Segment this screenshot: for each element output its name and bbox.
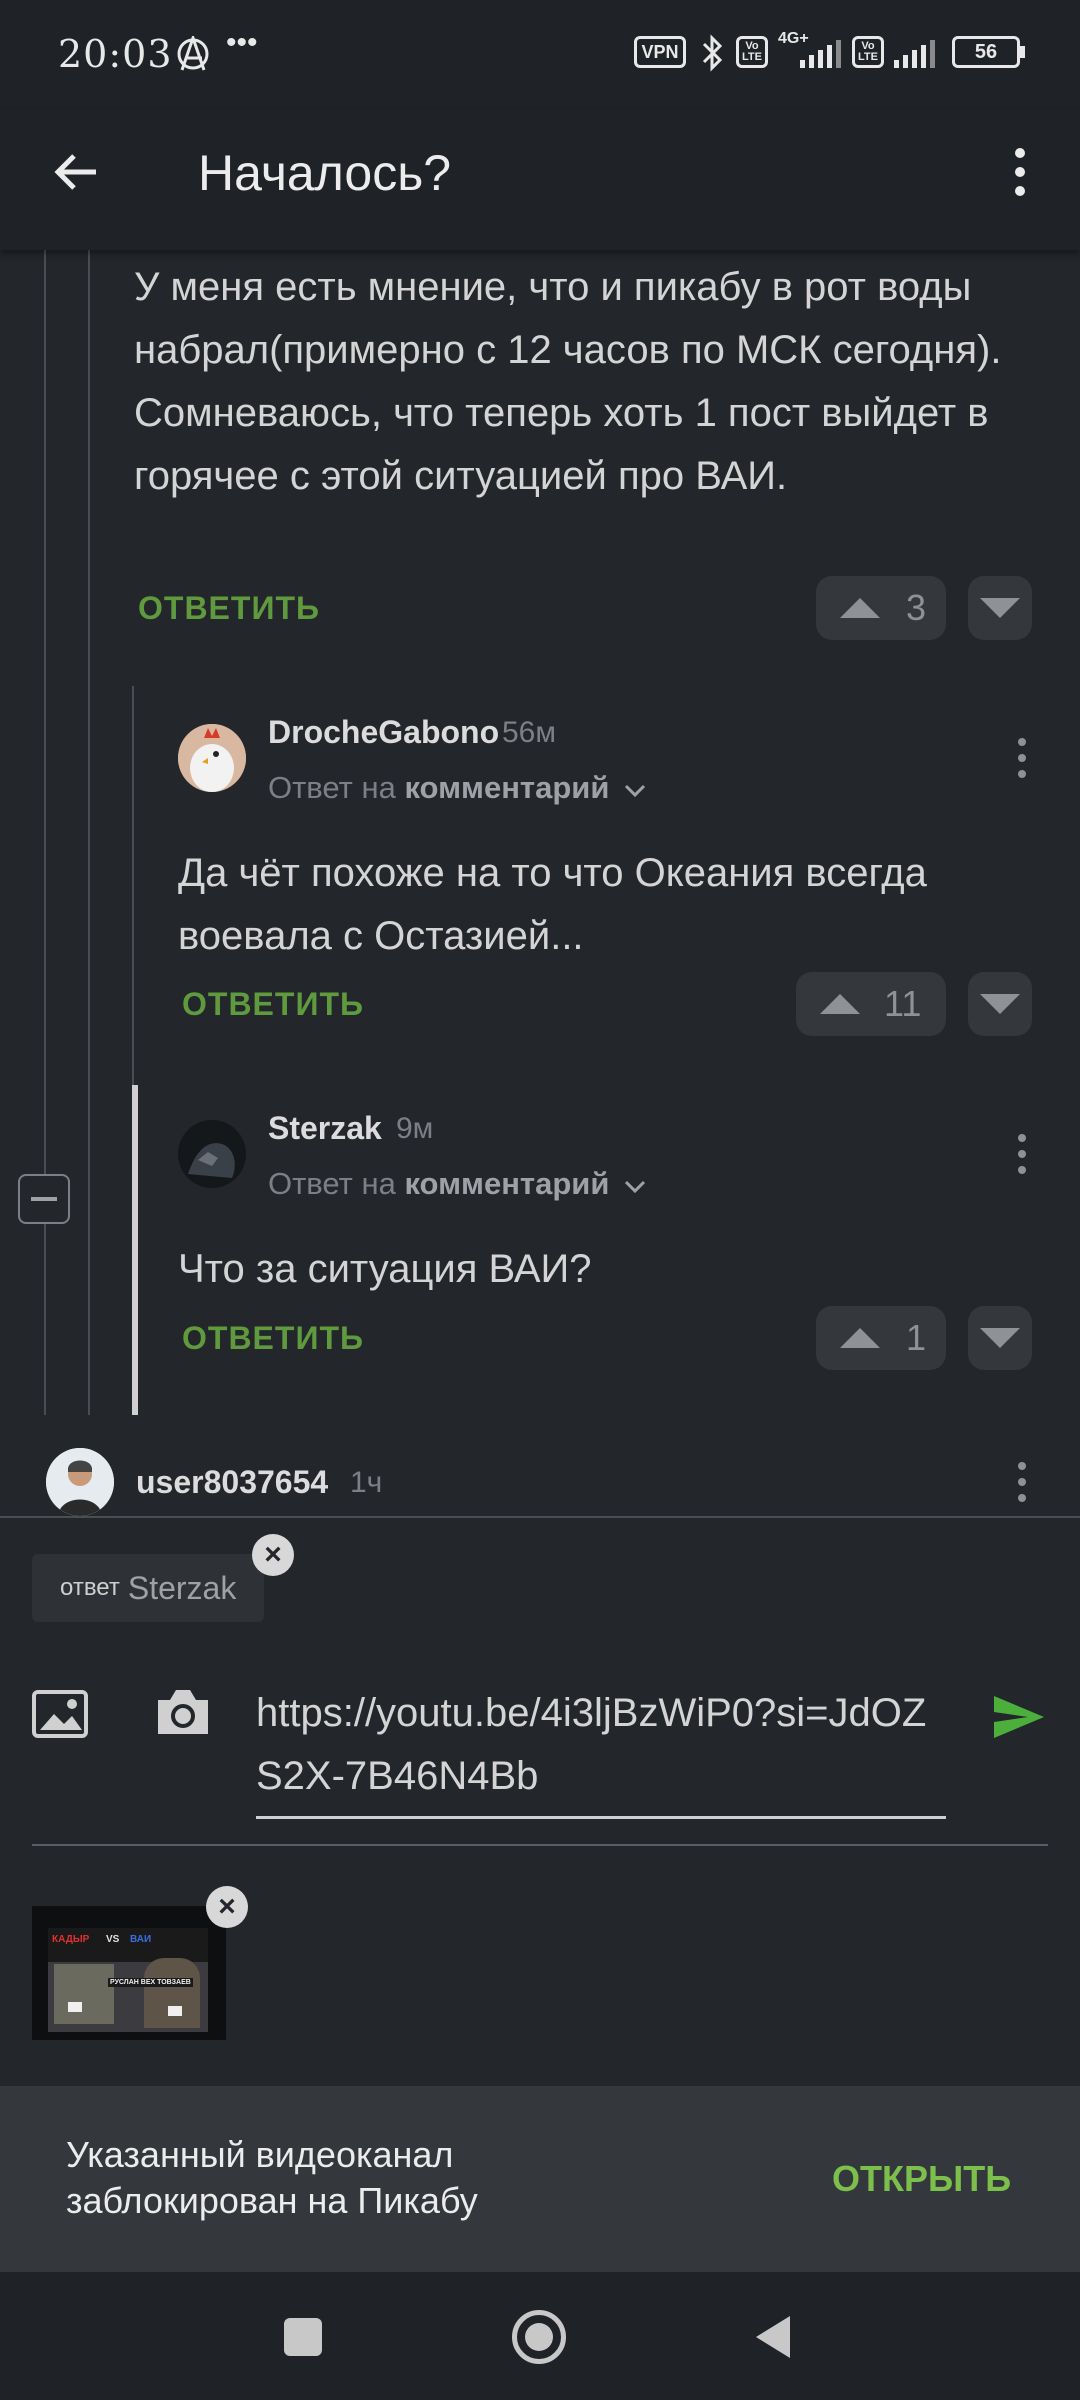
upvote-button[interactable]: 11 <box>796 972 946 1036</box>
user-avatar-icon <box>46 1448 114 1516</box>
rooster-avatar-icon <box>178 724 246 792</box>
upvote-icon <box>820 994 860 1014</box>
comment-text: У меня есть мнение, что и пикабу в рот в… <box>134 265 1002 498</box>
reply-to-line[interactable]: Ответ на комментарий <box>268 1166 646 1202</box>
comment-time: 56м <box>502 716 556 749</box>
downvote-button[interactable] <box>968 1306 1032 1370</box>
snackbar-message: Указанный видеоканал заблокирован на Пик… <box>66 2134 478 2221</box>
battery-icon: 56 <box>952 36 1020 68</box>
minus-icon <box>31 1197 57 1201</box>
vote-count: 3 <box>906 587 927 628</box>
upvote-button[interactable]: 1 <box>816 1306 946 1370</box>
image-attach-icon[interactable] <box>32 1690 88 1738</box>
reply-target-chip: ответ Sterzak <box>32 1554 265 1622</box>
thread-line-2 <box>88 250 90 1415</box>
thumbnail-frame: КАДЫР VS ВАИ РУСЛАН ВЕХ ТОВЗАЕВ <box>48 1928 208 2032</box>
camera-icon[interactable] <box>154 1686 212 1738</box>
upvote-icon <box>840 598 880 618</box>
status-time: 20:03 <box>58 32 173 76</box>
anarchy-icon <box>177 36 209 71</box>
system-nav-bar <box>0 2272 1080 2400</box>
comment-input[interactable]: https://youtu.be/4i3ljBzWiP0?si=JdOZS2X-… <box>256 1682 946 1819</box>
reply-target-user: Sterzak <box>127 1569 237 1606</box>
collapse-thread-button[interactable] <box>18 1174 70 1224</box>
avatar[interactable] <box>46 1448 114 1516</box>
upvote-button[interactable]: 3 <box>816 576 946 640</box>
reply-button[interactable]: ОТВЕТИТЬ <box>182 986 364 1023</box>
video-thumbnail[interactable]: КАДЫР VS ВАИ РУСЛАН ВЕХ ТОВЗАЕВ <box>32 1906 226 2040</box>
reply-button[interactable]: ОТВЕТИТЬ <box>138 590 320 627</box>
vote-count: 1 <box>906 1317 927 1358</box>
vpn-icon: VPN <box>634 36 686 68</box>
status-bar: 20:03 ••• VPN Vo LTE 4G+ Vo LTE 56 <box>0 0 1080 110</box>
username[interactable]: Sterzak <box>268 1110 382 1147</box>
send-icon[interactable] <box>992 1694 1046 1740</box>
back-arrow-icon[interactable] <box>52 148 100 196</box>
downvote-icon <box>980 1328 1020 1348</box>
chevron-down-icon <box>624 784 646 798</box>
overflow-menu-icon[interactable] <box>1015 148 1025 204</box>
battery-tip <box>1020 46 1025 58</box>
comment-text: Что за ситуация ВАИ? <box>178 1247 592 1291</box>
remove-attachment-button[interactable]: × <box>206 1886 248 1928</box>
app-bar: Началось? <box>0 110 1080 250</box>
thread-line-3 <box>132 686 134 1086</box>
volte-icon-1: Vo LTE <box>736 36 768 68</box>
signal-icon-1 <box>800 38 841 68</box>
open-button[interactable]: ОТКРЫТЬ <box>832 2158 1011 2200</box>
signal-icon-2 <box>894 38 935 68</box>
volte-icon-2: Vo LTE <box>852 36 884 68</box>
thread-line-1 <box>44 250 46 1415</box>
dark-avatar-icon <box>178 1120 246 1188</box>
comment-menu-icon[interactable] <box>1018 738 1026 786</box>
downvote-icon <box>980 994 1020 1014</box>
composer-divider <box>32 1844 1048 1846</box>
comment-time: 1ч <box>350 1466 383 1499</box>
downvote-button[interactable] <box>968 972 1032 1036</box>
username[interactable]: DrocheGabono <box>268 714 499 751</box>
more-notifications-icon: ••• <box>226 26 258 59</box>
comment-text: Да чёт похоже на то что Океания всегда в… <box>178 851 927 958</box>
downvote-icon <box>980 598 1020 618</box>
reply-to-line[interactable]: Ответ на комментарий <box>268 770 646 806</box>
bluetooth-icon <box>702 34 723 72</box>
comment-menu-icon[interactable] <box>1018 1462 1026 1510</box>
highlighted-thread-line <box>132 1085 138 1415</box>
home-button[interactable] <box>512 2310 566 2364</box>
username[interactable]: user8037654 <box>136 1464 328 1501</box>
back-nav-button[interactable] <box>752 2314 794 2360</box>
comment-menu-icon[interactable] <box>1018 1134 1026 1182</box>
avatar[interactable] <box>178 724 246 792</box>
reply-button[interactable]: ОТВЕТИТЬ <box>182 1320 364 1357</box>
upvote-icon <box>840 1328 880 1348</box>
comment-time: 9м <box>396 1112 434 1145</box>
reply-composer: ответ Sterzak × https://youtu.be/4i3ljBz… <box>0 1516 1080 2086</box>
chevron-down-icon <box>624 1180 646 1194</box>
downvote-button[interactable] <box>968 576 1032 640</box>
avatar[interactable] <box>178 1120 246 1188</box>
vote-count: 11 <box>884 983 922 1024</box>
remove-reply-target-button[interactable]: × <box>252 1534 294 1576</box>
recents-button[interactable] <box>284 2318 322 2356</box>
page-title: Началось? <box>198 145 452 201</box>
blocked-channel-snackbar: Указанный видеоканал заблокирован на Пик… <box>0 2086 1080 2272</box>
